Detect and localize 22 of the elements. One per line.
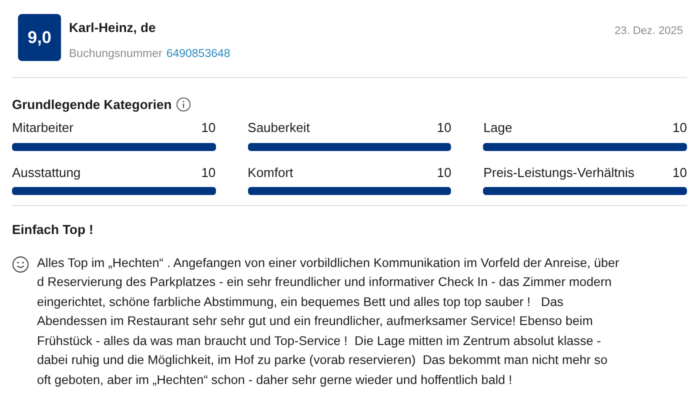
category-score: 10 xyxy=(672,164,687,182)
category-score: 10 xyxy=(201,119,216,138)
category-label: Ausstattung xyxy=(12,164,81,182)
info-icon[interactable] xyxy=(176,97,191,112)
category-label: Komfort xyxy=(248,164,294,182)
booking-label: Buchungsnummer xyxy=(69,46,162,62)
booking-number-link[interactable]: 6490853648 xyxy=(166,46,230,63)
category-score: 10 xyxy=(436,164,452,182)
review-date: 23. Dez. 2025 xyxy=(614,24,683,39)
section-heading: Grundlegende Kategorien xyxy=(12,96,172,114)
review-text: Alles Top im „Hechten“ . Angefangen von einer vorbildlichen Kommunikation im Vorfeld der Anreise, über d Reservierung des Parkplatzes - ein sehr freundlicher und informativer Check In - das Zimmer modern eingerichtet, schöne farbliche Abstimmung, ein bequemes Bett und alles top top sauber ! Das Abendessen im Restaurant sehr sehr gut und ein freundlicher, aufmerksamer Service! Ebenso beim Frühstück - alles da was man braucht und Top-Service ! Die Lage mitten im Zentrum absolut klasse - dabei ruhig und die Möglichkeit, im Hof zu parke (vorab reservieren) Das bekommt man nicht mehr so oft geboten, aber im „Hechten“ schon - daher sehr gerne wieder und hoffentlich bald ! xyxy=(37,254,620,389)
review-title: Einfach Top ! xyxy=(12,221,94,240)
category-label: Mitarbeiter xyxy=(12,119,74,138)
category-label: Sauberkeit xyxy=(248,119,310,138)
score-badge: 9,0 xyxy=(18,14,61,61)
category-label: Lage xyxy=(483,119,512,138)
reviewer-name: Karl-Heinz, de xyxy=(69,19,157,37)
smiley-icon xyxy=(12,256,29,273)
category-score: 10 xyxy=(436,119,452,138)
category-score: 10 xyxy=(201,164,216,182)
category-score: 10 xyxy=(672,119,687,138)
category-label: Preis-Leistungs-Verhältnis xyxy=(483,164,634,182)
